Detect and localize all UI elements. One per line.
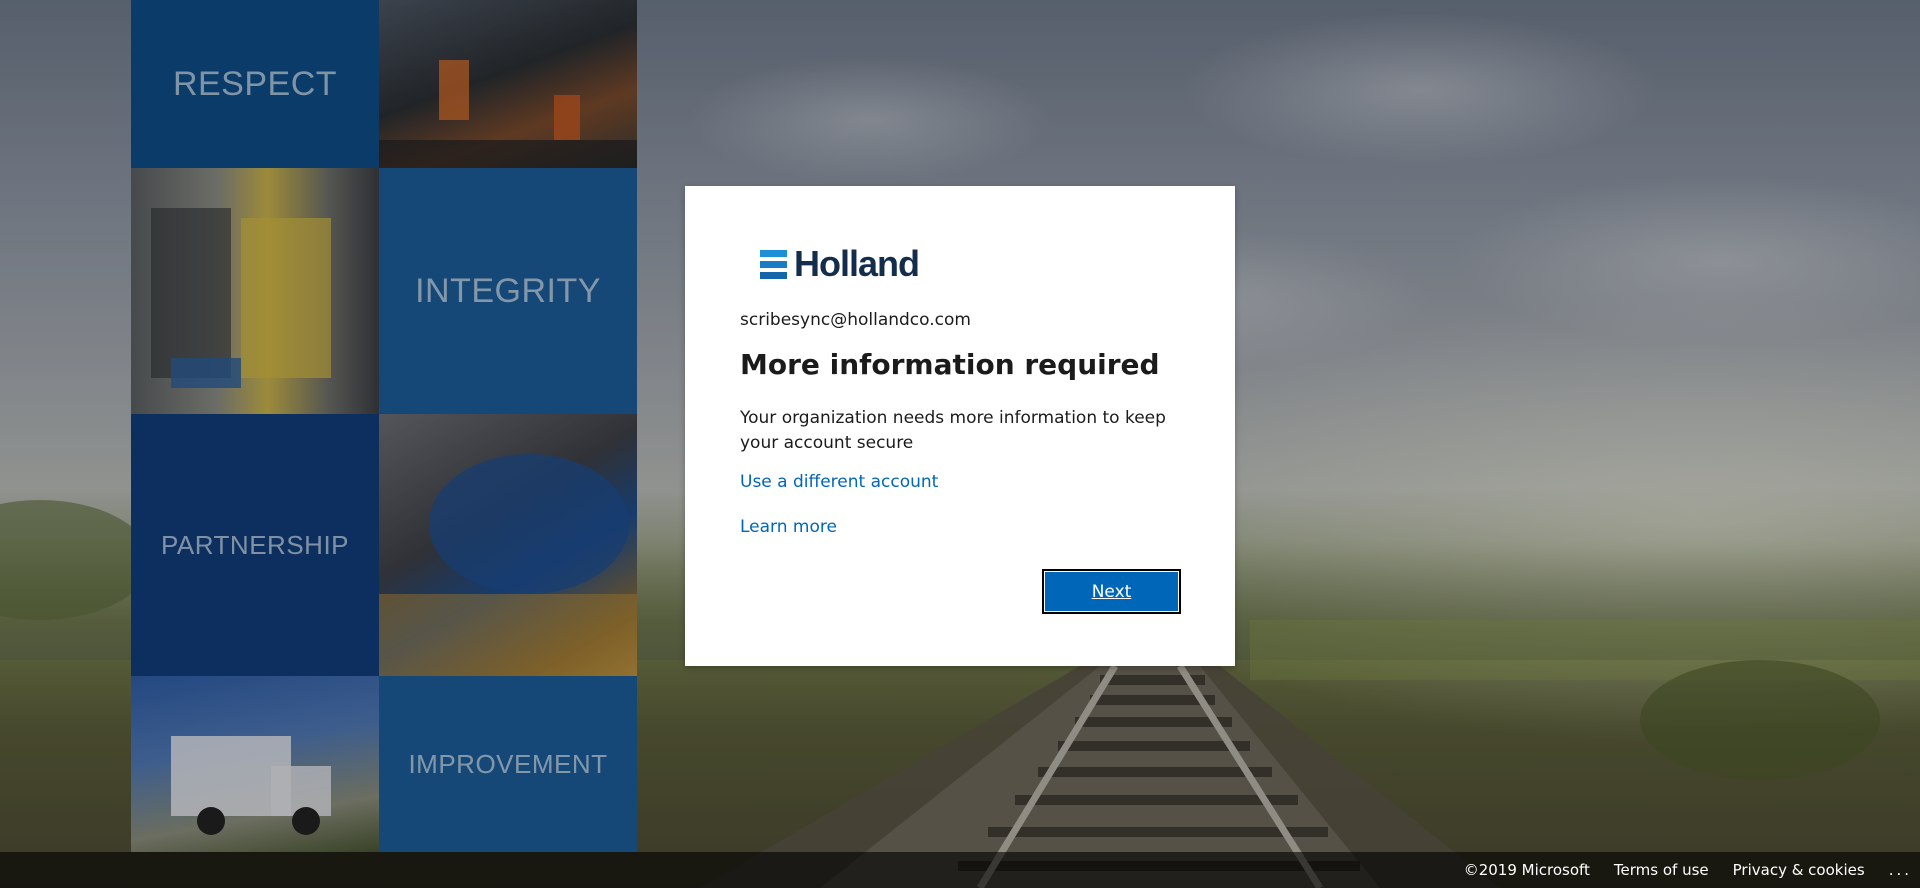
page-title: More information required [740,348,1160,381]
footer-bar: ©2019 Microsoft Terms of use Privacy & c… [0,852,1920,888]
use-different-account-link[interactable]: Use a different account [740,472,938,492]
sign-in-dialog: Holland scribesync@hollandco.com More in… [685,186,1235,666]
next-button[interactable]: Next [1042,569,1181,614]
holland-logo-mark-icon [760,249,787,279]
footer-terms-link[interactable]: Terms of use [1614,861,1709,879]
holland-logo: Holland [760,243,920,284]
holland-logo-text: Holland [794,243,920,284]
more-options-icon[interactable]: ... [1889,861,1912,879]
footer-privacy-link[interactable]: Privacy & cookies [1733,861,1865,879]
sign-in-page: RESPECT INTEGRITY PARTNERSHIP IMPROVEMEN… [0,0,1920,888]
account-identity: scribesync@hollandco.com [740,310,971,330]
footer-copyright: ©2019 Microsoft [1463,861,1590,879]
learn-more-link[interactable]: Learn more [740,517,837,537]
description-text: Your organization needs more information… [740,408,1166,453]
